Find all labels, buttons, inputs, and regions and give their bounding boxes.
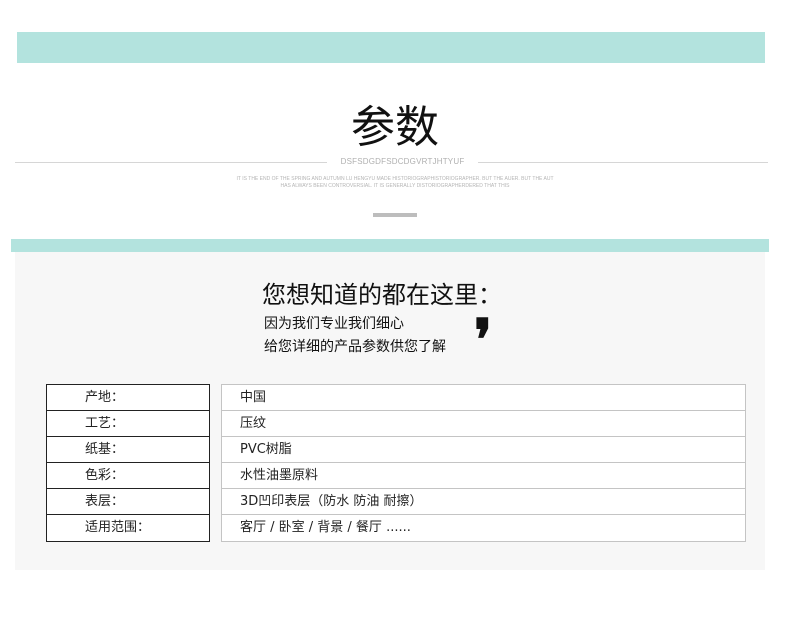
- decorative-blurb: IT IS THE END OF THE SPRING AND AUTUMN L…: [200, 176, 590, 190]
- page-title: 参数: [351, 102, 439, 153]
- spec-value-column: 中国 压纹 PVC树脂 水性油墨原料 3D凹印表层（防水 防油 耐擦） 客厅 /…: [221, 384, 746, 542]
- page-subtitle: DSFSDGDFSDCDGVRTJHTYUF: [340, 157, 465, 166]
- divider-left: [15, 162, 327, 163]
- spec-label-color: 色彩：: [47, 463, 209, 489]
- blurb-line-2: HAS ALWAYS BEEN CONTROVERSIAL. IT IS GEN…: [280, 183, 510, 189]
- spec-value-surface: 3D凹印表层（防水 防油 耐擦）: [222, 489, 745, 515]
- section-accent-band: [11, 239, 769, 252]
- spec-label-surface: 表层：: [47, 489, 209, 515]
- spec-label-usage: 适用范围：: [85, 520, 151, 535]
- intro-line-1: 因为我们专业我们细心: [264, 316, 404, 332]
- spec-value-usage: 客厅 / 卧室 / 背景 / 餐厅 ......: [240, 520, 411, 535]
- intro-line-2: 给您详细的产品参数供您了解: [264, 339, 446, 355]
- spec-value-base: PVC树脂: [222, 437, 745, 463]
- divider-right: [478, 162, 768, 163]
- spec-label-column: 产地： 工艺： 纸基： 色彩： 表层： 适用范围：: [46, 384, 210, 542]
- spec-value-craft: 压纹: [222, 411, 745, 437]
- spec-value-color: 水性油墨原料: [222, 463, 745, 489]
- top-accent-band: [17, 32, 765, 63]
- quote-mark-icon: ❜: [474, 307, 493, 373]
- spec-label-origin: 产地：: [47, 385, 209, 411]
- title-underline-bar: [373, 213, 417, 217]
- spec-label-base: 纸基：: [47, 437, 209, 463]
- spec-value-origin: 中国: [222, 385, 745, 411]
- section-heading: 您想知道的都在这里：: [262, 281, 502, 309]
- spec-label-craft: 工艺：: [47, 411, 209, 437]
- blurb-line-1: IT IS THE END OF THE SPRING AND AUTUMN L…: [236, 176, 554, 182]
